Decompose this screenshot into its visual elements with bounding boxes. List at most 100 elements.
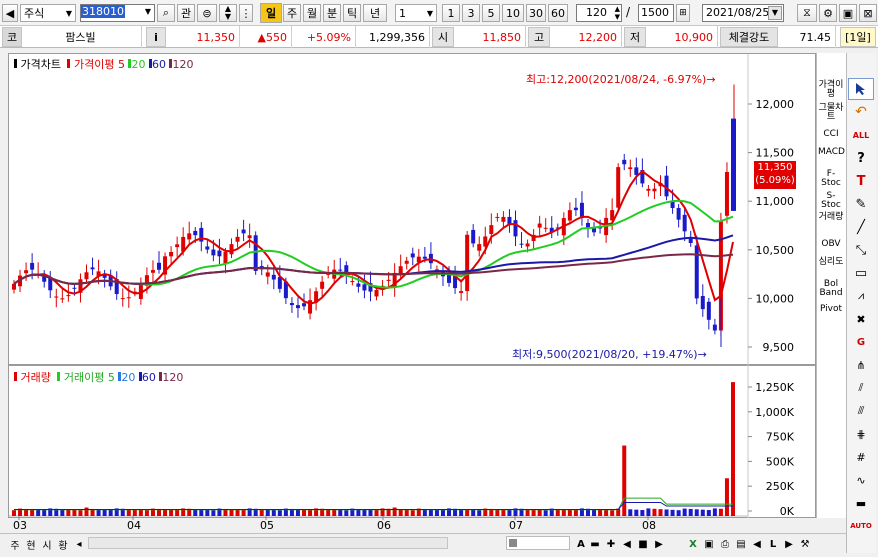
volume-bar [610, 510, 615, 516]
pin-icon[interactable]: ⊠ [859, 4, 877, 22]
tool-fstoc[interactable]: F-Stoc [818, 170, 844, 190]
volume-bar [694, 509, 699, 516]
stop-icon[interactable]: ■ [636, 535, 650, 553]
candle-body [543, 227, 548, 229]
tool-sstoc[interactable]: S-Stoc [818, 192, 844, 212]
line-icon[interactable]: ╱ [848, 216, 874, 238]
tool-cci[interactable]: CCI [818, 130, 844, 139]
tab-hyeon[interactable]: 현 [24, 535, 38, 553]
speed-line-icon[interactable]: ⫽ [848, 377, 874, 399]
tool-obv[interactable]: OBV [818, 240, 844, 249]
wave-icon[interactable]: ∿ [848, 469, 874, 491]
save-icon[interactable]: ▣ [839, 4, 857, 22]
candle-body [422, 256, 427, 259]
tool-macd[interactable]: MACD [818, 148, 845, 168]
volume-bar [163, 509, 168, 516]
volume-bar [344, 510, 349, 516]
save-bottom-icon[interactable]: ▣ [702, 535, 716, 553]
zoom-in-icon[interactable]: ✚ [604, 535, 618, 553]
channel-icon[interactable]: ⫻ [848, 400, 874, 422]
text-tool-icon[interactable]: T [848, 170, 874, 192]
candle-body [187, 233, 192, 240]
gann-fan-icon[interactable]: G [848, 331, 874, 353]
high-annotation: 최고:12,200(2021/08/24, -6.97%)→ [526, 73, 716, 86]
volume-bar [338, 509, 343, 516]
pen-icon[interactable]: ✎ [848, 193, 874, 215]
volume-bar [573, 510, 578, 516]
candle-body [404, 260, 409, 264]
volume-bar [622, 445, 627, 516]
candle-body [211, 249, 216, 256]
gann-icon[interactable]: ✖ [848, 308, 874, 330]
scroll-left-icon[interactable]: ◂ [72, 535, 86, 553]
candle-body [495, 216, 500, 218]
tab-ju[interactable]: 주 [8, 535, 22, 553]
volume-bar [543, 510, 548, 516]
volume-bar [434, 509, 439, 516]
label-l-icon[interactable]: L [766, 535, 780, 553]
tool-price-ma[interactable]: 가격이평 [818, 81, 844, 101]
candle-body [30, 262, 35, 270]
excel-icon[interactable]: X [686, 535, 700, 553]
auto-icon[interactable]: AUTO [848, 515, 874, 537]
volume-bar [169, 509, 174, 516]
tools-icon[interactable]: ⚒ [798, 535, 812, 553]
regression-icon[interactable]: # [848, 446, 874, 468]
cycle-icon[interactable]: ⋕ [848, 423, 874, 445]
all-icon[interactable]: ALL [848, 124, 874, 146]
tool-bol-band[interactable]: Bol Band [818, 280, 844, 300]
volume-bar [66, 509, 71, 516]
play-icon[interactable]: ▶ [652, 535, 666, 553]
undo-icon[interactable]: ↶ [848, 101, 874, 123]
month-tick-label: 05 [260, 519, 274, 530]
candle-body [628, 167, 633, 170]
font-letter[interactable]: A [574, 535, 588, 553]
tab-si[interactable]: 시 [40, 535, 54, 553]
volume-bar [706, 510, 711, 516]
tool-psychology[interactable]: 심리도 [818, 258, 844, 278]
price-tick-label: 12,000 [756, 98, 795, 111]
period-badge[interactable]: [1일] [840, 27, 876, 47]
cursor-icon[interactable] [848, 78, 874, 100]
tool-grid-chart[interactable]: 그물차트 [818, 104, 844, 124]
help-icon[interactable]: ? [848, 147, 874, 169]
candle-body [724, 172, 729, 216]
image-icon[interactable]: ▤ [734, 535, 748, 553]
zoom-slider[interactable] [506, 536, 570, 550]
pitchfork-icon[interactable]: ⋔ [848, 354, 874, 376]
volume-bar [561, 509, 566, 516]
ray-icon[interactable]: ⤡ [848, 239, 874, 261]
first-icon[interactable]: ◀ [620, 535, 634, 553]
candle-body [386, 279, 391, 281]
candle-body [12, 283, 16, 290]
tool-volume[interactable]: 거래량 [818, 213, 844, 237]
volume-bar [199, 509, 204, 516]
candle-body [646, 188, 651, 191]
candle-body [265, 272, 270, 277]
back-icon[interactable]: ◀ [750, 535, 764, 553]
rectangle-icon[interactable]: ▭ [848, 262, 874, 284]
tool-pivot[interactable]: Pivot [818, 305, 844, 314]
candle-body [90, 267, 95, 270]
volume-bar [495, 509, 500, 516]
horizontal-scrollbar[interactable] [88, 537, 448, 549]
zoom-out-icon[interactable]: ▬ [588, 535, 602, 553]
volume-bar [277, 510, 282, 516]
gear-icon[interactable]: ⚙ [819, 4, 837, 22]
tab-hwang[interactable]: 황 [56, 535, 70, 553]
print-icon[interactable]: ⎙ [718, 535, 732, 553]
candle-body [271, 274, 276, 280]
forward-icon[interactable]: ▶ [782, 535, 796, 553]
candle-body [712, 324, 717, 331]
candle-body [54, 296, 59, 298]
candle-body [676, 208, 681, 220]
fib-icon[interactable]: ⩘ [848, 285, 874, 307]
volume-bar [676, 510, 681, 516]
bar-pattern-icon[interactable]: ▬ [848, 492, 874, 514]
month-tick-label: 03 [13, 519, 27, 530]
volume-bar [531, 509, 536, 516]
candle-body [459, 291, 464, 293]
candle-body [634, 167, 639, 175]
volume-bar [652, 508, 657, 516]
zoom-slider-thumb[interactable] [509, 539, 517, 547]
